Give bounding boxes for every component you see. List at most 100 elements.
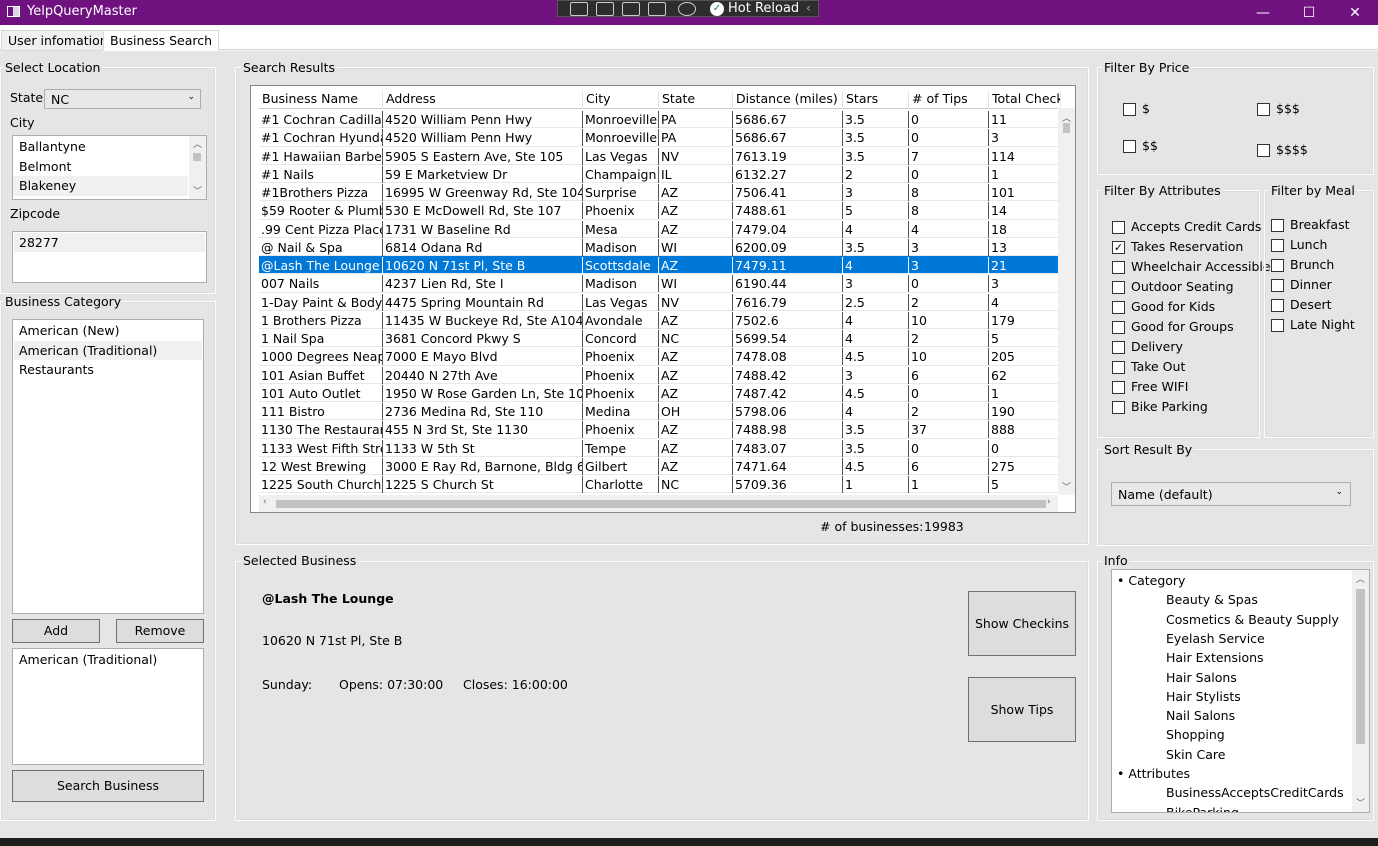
tab-user-information[interactable]: User infomation <box>1 30 115 51</box>
search-business-button[interactable]: Search Business <box>12 770 204 802</box>
category-list[interactable]: American (New) American (Traditional) Re… <box>12 319 204 614</box>
show-tips-button[interactable]: Show Tips <box>968 677 1076 742</box>
column-header[interactable]: Business Name <box>259 91 383 109</box>
attribute-checkbox[interactable] <box>1112 221 1125 234</box>
column-header[interactable]: Distance (miles) <box>733 91 843 109</box>
minimize-button[interactable]: — <box>1240 2 1286 24</box>
price-checkbox[interactable] <box>1123 140 1136 153</box>
selected-category-item[interactable]: American (Traditional) <box>19 652 157 667</box>
table-row[interactable]: #1 Cochran Hyundai 4520 William Penn Hwy M… <box>259 128 1061 147</box>
tree-leaf[interactable]: Hair Stylists <box>1166 689 1241 704</box>
attribute-checkbox[interactable] <box>1112 261 1125 274</box>
track-focus-icon[interactable] <box>648 2 666 16</box>
results-grid[interactable]: Business Name Address City State Distance (m… <box>250 85 1076 513</box>
tab-business-search[interactable]: Business Search <box>103 30 220 51</box>
price-checkbox[interactable] <box>1257 144 1270 157</box>
table-row[interactable]: #1 Nails 59 E Marketview Dr Champaign IL 613… <box>259 165 1061 183</box>
table-row[interactable]: #1 Cochran Cadillac 4520 William Penn Hwy… <box>259 110 1061 129</box>
table-cell: 7479.11 <box>733 257 843 274</box>
table-row[interactable]: 007 Nails 4237 Lien Rd, Ste I Madison WI 619… <box>259 274 1061 293</box>
table-row[interactable]: 1 Brothers Pizza 11435 W Buckeye Rd, Ste … <box>259 311 1061 329</box>
meal-checkbox[interactable] <box>1271 319 1284 332</box>
table-row[interactable]: 1 Nail Spa 3681 Concord Pkwy S Concord NC 56… <box>259 329 1061 348</box>
tree-leaf[interactable]: Nail Salons <box>1166 708 1235 723</box>
tree-leaf[interactable]: Hair Salons <box>1166 670 1237 685</box>
table-row[interactable]: @ Nail & Spa 6814 Odana Rd Madison WI 6200.0… <box>259 238 1061 256</box>
column-header[interactable]: Stars <box>843 91 909 109</box>
table-row[interactable]: 101 Asian Buffet 20440 N 27th Ave Phoenix A… <box>259 366 1061 384</box>
select-element-icon[interactable] <box>570 2 588 16</box>
sort-dropdown[interactable]: Name (default) ⌄ <box>1111 482 1351 506</box>
tree-leaf[interactable]: BusinessAcceptsCreditCards <box>1166 785 1344 800</box>
tree-node[interactable]: • Category <box>1117 573 1185 588</box>
table-row[interactable]: $59 Rooter & Plumbing530 E McDowell Rd, … <box>259 201 1061 220</box>
attribute-checkbox[interactable] <box>1112 361 1125 374</box>
column-header[interactable]: State <box>659 91 733 109</box>
info-tree[interactable]: • Category Beauty & Spas Cosmetics & Beaut… <box>1111 569 1370 813</box>
category-item[interactable]: American (Traditional) <box>19 343 157 358</box>
tree-leaf[interactable]: Cosmetics & Beauty Supply <box>1166 612 1339 627</box>
price-checkbox[interactable] <box>1123 103 1136 116</box>
attribute-checkbox[interactable] <box>1112 321 1125 334</box>
grid-horizontal-scrollbar[interactable]: ‹ › <box>259 495 1058 512</box>
close-button[interactable]: ✕ <box>1332 2 1378 24</box>
attribute-checkbox[interactable] <box>1112 281 1125 294</box>
grid-vertical-scrollbar[interactable]: ︿ ﹀ <box>1058 108 1075 495</box>
city-scrollbar[interactable]: ︿ ﹀ <box>189 136 206 199</box>
remove-category-button[interactable]: Remove <box>116 619 204 643</box>
tree-leaf[interactable]: BikeParking <box>1166 805 1239 812</box>
meal-checkbox[interactable] <box>1271 279 1284 292</box>
meal-checkbox[interactable] <box>1271 259 1284 272</box>
table-row[interactable]: #1 Hawaiian Barbecue5905 S Eastern Ave, … <box>259 147 1061 165</box>
meal-checkbox[interactable] <box>1271 219 1284 232</box>
table-row[interactable]: #1Brothers Pizza 16995 W Greenway Rd, Ste… <box>259 183 1061 202</box>
pointer-icon[interactable] <box>596 2 614 16</box>
tree-leaf[interactable]: Eyelash Service <box>1166 631 1265 646</box>
tree-leaf[interactable]: Shopping <box>1166 727 1225 742</box>
city-item[interactable]: Ballantyne <box>19 139 86 154</box>
table-row[interactable]: @Lash The Lounge 10620 N 71st Pl, Ste B Sc… <box>259 256 1061 275</box>
attribute-checkbox[interactable] <box>1112 301 1125 314</box>
show-checkins-button[interactable]: Show Checkins <box>968 591 1076 656</box>
add-category-button[interactable]: Add <box>12 619 100 643</box>
table-row[interactable]: 1225 South Church 1225 S Church St Charlot… <box>259 475 1061 494</box>
attribute-checkbox[interactable] <box>1112 381 1125 394</box>
city-item[interactable]: Belmont <box>19 159 71 174</box>
table-row[interactable]: 111 Bistro 2736 Medina Rd, Ste 110 Medina O… <box>259 402 1061 421</box>
meal-checkbox[interactable] <box>1271 239 1284 252</box>
column-header[interactable]: City <box>583 91 659 109</box>
column-header[interactable]: Total Check <box>989 91 1061 109</box>
table-row[interactable]: 1130 The Restaurant 455 N 3rd St, Ste 113… <box>259 420 1061 439</box>
table-row[interactable]: 12 West Brewing 3000 E Ray Rd, Barnone, B… <box>259 457 1061 475</box>
selected-category-list[interactable]: American (Traditional) <box>12 648 204 765</box>
column-header[interactable]: Address <box>383 91 583 109</box>
meal-checkbox[interactable] <box>1271 299 1284 312</box>
zipcode-list[interactable]: 28277 <box>12 231 207 283</box>
table-row[interactable]: 1133 West Fifth Street1133 W 5th StTempe… <box>259 439 1061 457</box>
city-item[interactable]: Blakeney <box>19 178 76 193</box>
price-checkbox[interactable] <box>1257 103 1270 116</box>
attribute-checkbox[interactable]: ✓ <box>1112 241 1125 254</box>
table-row[interactable]: .99 Cent Pizza Place 1731 W Baseline Rd Me… <box>259 220 1061 238</box>
zipcode-item[interactable]: 28277 <box>19 235 59 250</box>
category-item[interactable]: American (New) <box>19 323 119 338</box>
table-row[interactable]: 101 Auto Outlet 1950 W Rose Garden Ln, St… <box>259 384 1061 402</box>
state-dropdown[interactable]: NC ⌄ <box>44 89 201 109</box>
maximize-button[interactable]: ☐ <box>1286 2 1332 24</box>
table-row[interactable]: 1-Day Paint & Body 4475 Spring Mountain R… <box>259 293 1061 311</box>
attribute-checkbox[interactable] <box>1112 341 1125 354</box>
tree-leaf[interactable]: Beauty & Spas <box>1166 592 1258 607</box>
category-item[interactable]: Restaurants <box>19 362 94 377</box>
binding-failures-icon[interactable] <box>678 2 696 16</box>
tree-leaf[interactable]: Skin Care <box>1166 747 1226 762</box>
column-header[interactable]: # of Tips <box>909 91 989 109</box>
city-list[interactable]: Ballantyne Belmont Blakeney ︿ ﹀ <box>12 135 207 200</box>
info-scrollbar[interactable]: ︿ ﹀ <box>1352 570 1369 812</box>
tree-leaf[interactable]: Hair Extensions <box>1166 650 1264 665</box>
collapse-toolbar-icon[interactable]: ‹ <box>806 1 811 15</box>
attribute-checkbox[interactable] <box>1112 401 1125 414</box>
tree-node[interactable]: • Attributes <box>1117 766 1190 781</box>
layout-adorner-icon[interactable] <box>622 2 640 16</box>
table-row[interactable]: 1000 Degrees Neapolitan7000 E Mayo BlvdP… <box>259 347 1061 366</box>
hot-reload-label[interactable]: Hot Reload <box>728 1 799 16</box>
